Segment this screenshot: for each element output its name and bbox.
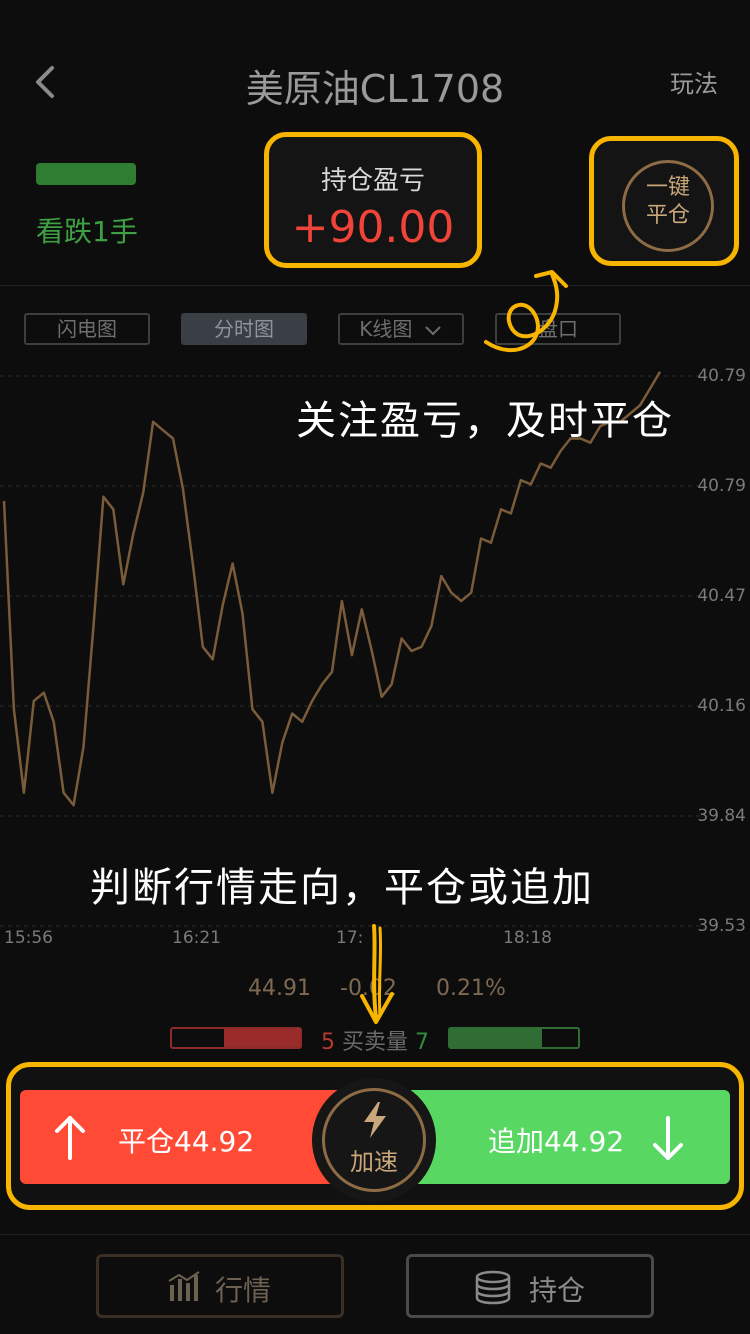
tab-intraday-chart[interactable]: 分时图 — [181, 313, 307, 345]
direction-label: 看跌1手 — [36, 215, 138, 248]
tab-kline-chart[interactable]: K线图 — [338, 313, 464, 345]
buy-volume-bar — [448, 1027, 580, 1049]
y-tick-label: 40.79 — [697, 366, 746, 386]
lightning-icon — [364, 1102, 386, 1138]
volume-label: 买卖量 — [341, 1030, 408, 1055]
x-tick-label: 16:21 — [172, 928, 221, 948]
market-button[interactable]: 行情 — [96, 1254, 344, 1318]
bar-chart-icon — [168, 1271, 200, 1301]
direction-indicator-bar — [36, 163, 136, 185]
accelerate-label: 加速 — [350, 1148, 398, 1176]
arrow-down-icon — [653, 1116, 683, 1160]
annotation-top: 关注盈亏，及时平仓 — [296, 398, 674, 444]
down-arrow-icon — [360, 924, 394, 1024]
annotation-bottom: 判断行情走向，平仓或追加 — [90, 865, 594, 911]
holdings-label: 持仓 — [529, 1274, 586, 1307]
close-all-label: 一键 平仓 — [622, 174, 714, 230]
pnl-title: 持仓盈亏 — [320, 166, 425, 196]
close-all-line2: 平仓 — [645, 203, 690, 228]
y-tick-label: 39.84 — [697, 806, 746, 826]
add-position-label: 追加44.92 — [488, 1125, 625, 1158]
close-all-line1: 一键 — [645, 175, 690, 200]
chevron-down-icon — [425, 325, 441, 335]
y-tick-label: 40.79 — [697, 476, 746, 496]
volume-indicator: 5 买卖量 7 — [300, 1024, 450, 1056]
y-tick-label: 40.16 — [697, 696, 746, 716]
tab-flash-chart[interactable]: 闪电图 — [24, 313, 150, 345]
bottom-divider — [0, 1234, 750, 1235]
last-price: 44.91 — [248, 976, 311, 1001]
holdings-button[interactable]: 持仓 — [406, 1254, 654, 1318]
pnl-value: +90.00 — [291, 202, 455, 253]
tab-kline-label: K线图 — [359, 317, 413, 341]
sell-volume: 5 — [320, 1030, 335, 1055]
buy-volume: 7 — [415, 1030, 429, 1055]
x-tick-label: 18:18 — [503, 928, 552, 948]
x-tick-label: 15:56 — [4, 928, 53, 948]
y-tick-label: 40.47 — [697, 586, 746, 606]
header-divider — [0, 285, 750, 286]
arrow-up-icon — [55, 1116, 85, 1160]
price-change-percent: 0.21% — [436, 976, 506, 1001]
sell-volume-bar — [170, 1027, 302, 1049]
swirl-arrow-icon — [484, 270, 568, 353]
y-tick-label: 39.53 — [697, 916, 746, 936]
rules-link[interactable]: 玩法 — [670, 64, 718, 99]
market-label: 行情 — [215, 1274, 272, 1307]
coins-stack-icon — [475, 1270, 511, 1305]
page-title: 美原油CL1708 — [245, 67, 505, 111]
close-position-label: 平仓44.92 — [118, 1125, 255, 1158]
